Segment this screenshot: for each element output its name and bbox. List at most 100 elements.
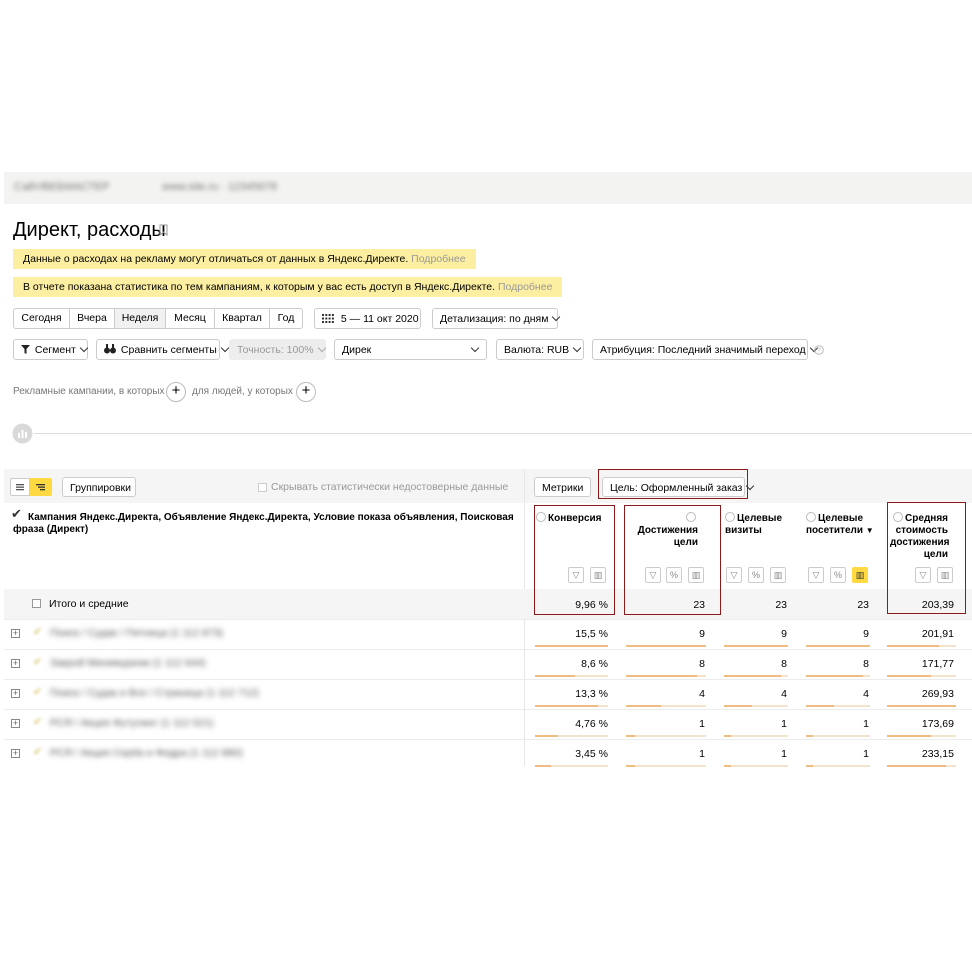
view-tree-button[interactable] [30,478,52,496]
help-icon[interactable] [806,512,816,522]
chevron-down-icon [572,343,582,353]
date-range-button[interactable]: 5 — 11 окт 2020 [314,308,421,329]
chart-toggle-icon[interactable] [12,423,33,444]
share-bar [806,645,870,647]
hide-unreliable-checkbox[interactable] [258,483,267,492]
totals-checkbox[interactable] [32,599,41,608]
row-name[interactable]: Закрой Минимуризм (1 112 644) [50,657,206,669]
expand-row-button[interactable]: + [11,629,20,638]
share-bar [535,645,608,647]
share-bar [724,705,752,707]
compare-label: Сравнить сегменты [120,344,217,356]
page-title: Директ, расходы [13,219,166,241]
share-bar [626,735,635,737]
row-name[interactable]: Поиск / Судак / Пятница (1 112 873) [50,627,223,639]
source-select[interactable]: Дирек [334,339,487,360]
row-name[interactable]: РСЯ / Акция Серба и Федра (1 112 880) [50,747,243,759]
share-bar [626,645,706,647]
period-today[interactable]: Сегодня [13,308,70,329]
filter-icon [21,345,30,354]
column-target-visits[interactable]: Целевые визиты [725,512,783,537]
help-icon[interactable] [725,512,735,522]
row-name[interactable]: РСЯ / Акция Футулинг (1 112 521) [50,717,214,729]
share-bar [535,735,558,737]
row-checkbox[interactable]: ✔ [33,655,42,668]
share-bar-track [626,735,706,737]
cell-target-visitors: 1 [863,718,869,730]
cell-target-visitors: 8 [863,658,869,670]
share-bar-track [724,765,788,767]
row-checkbox[interactable]: ✔ [33,685,42,698]
calendar-icon [322,314,334,323]
cell-conversion: 3,45 % [575,748,608,760]
add-campaign-condition-button[interactable]: + [166,382,186,402]
row-checkbox[interactable]: ✔ [33,745,42,758]
percent-icon[interactable]: % [748,567,764,583]
bar-chart-icon[interactable]: ▥ [770,567,786,583]
notice-more-link[interactable]: Подробнее [411,253,465,265]
metrics-button[interactable]: Метрики [534,477,591,497]
filter-icon[interactable]: ▽ [726,567,742,583]
share-bar [626,765,635,767]
period-week[interactable]: Неделя [115,308,166,329]
compare-segments-button[interactable]: Сравнить сегменты [96,339,230,360]
column-target-visitors[interactable]: Целевые посетители ▼ [806,512,878,537]
period-month[interactable]: Месяц [166,308,215,329]
filter-icon[interactable]: ▽ [808,567,824,583]
dimension-header[interactable]: Кампания Яндекс.Директа, Объявление Янде… [13,512,518,536]
share-bar [535,705,598,707]
help-icon[interactable]: ? [814,345,824,355]
tree-icon [36,484,45,491]
expand-row-button[interactable]: + [11,719,20,728]
detail-select[interactable]: Детализация: по дням [432,308,561,329]
view-list-button[interactable] [10,478,30,496]
bar-chart-icon[interactable]: ▥ [852,567,868,583]
groupings-button[interactable]: Группировки [62,477,136,497]
chart-divider [34,433,972,434]
counter-selector[interactable]: Сайт/ВЕБМАСТЕР [14,180,110,194]
period-year[interactable]: Год [270,308,303,329]
expand-row-button[interactable]: + [11,659,20,668]
compare-icon [104,344,116,354]
attribution-label: Атрибуция: Последний значимый переход [600,344,806,356]
segment-button[interactable]: Сегмент [13,339,89,360]
chevron-down-icon [552,312,561,322]
cell-target-visits: 1 [781,748,787,760]
share-bar [535,765,551,767]
row-checkbox[interactable]: ✔ [33,715,42,728]
chevron-down-icon [220,343,230,353]
notice-more-link[interactable]: Подробнее [498,281,552,293]
totals-label: Итого и средние [49,598,129,610]
row-checkbox[interactable]: ✔ [33,625,42,638]
currency-select[interactable]: Валюта: RUB [496,339,584,360]
expand-row-button[interactable]: + [11,689,20,698]
date-range-label: 5 — 11 окт 2020 [340,313,419,325]
share-bar [806,705,834,707]
cell-target-visitors: 4 [863,688,869,700]
sort-desc-icon: ▼ [865,526,874,535]
hide-unreliable-label: Скрывать статистически недостоверные дан… [271,481,509,493]
cell-target-visits: 1 [781,718,787,730]
share-bar [806,765,813,767]
share-bar [887,705,956,707]
row-name[interactable]: Поиск / Судак и Все / Страница (1 112 71… [50,687,259,699]
cell-conversion: 8,6 % [581,658,608,670]
attribution-select[interactable]: Атрибуция: Последний значимый переход [592,339,818,360]
add-people-condition-button[interactable]: + [296,382,316,402]
notice-banner: В отчете показана статистика по тем камп… [13,277,563,297]
period-yesterday[interactable]: Вчера [70,308,115,329]
cell-avg-cost: 171,77 [921,658,954,670]
share-bar [806,675,863,677]
bookmark-icon[interactable] [159,224,168,236]
conversion-highlight [534,505,615,615]
expand-row-button[interactable]: + [11,749,20,758]
share-bar [887,645,939,647]
accuracy-select: Точность: 100% [229,339,326,360]
percent-icon[interactable]: % [830,567,846,583]
segment-label: Сегмент [34,344,76,356]
period-quarter[interactable]: Квартал [215,308,270,329]
share-bar [887,735,931,737]
share-bar [724,675,781,677]
share-bar [724,735,731,737]
share-bar-track [806,735,870,737]
